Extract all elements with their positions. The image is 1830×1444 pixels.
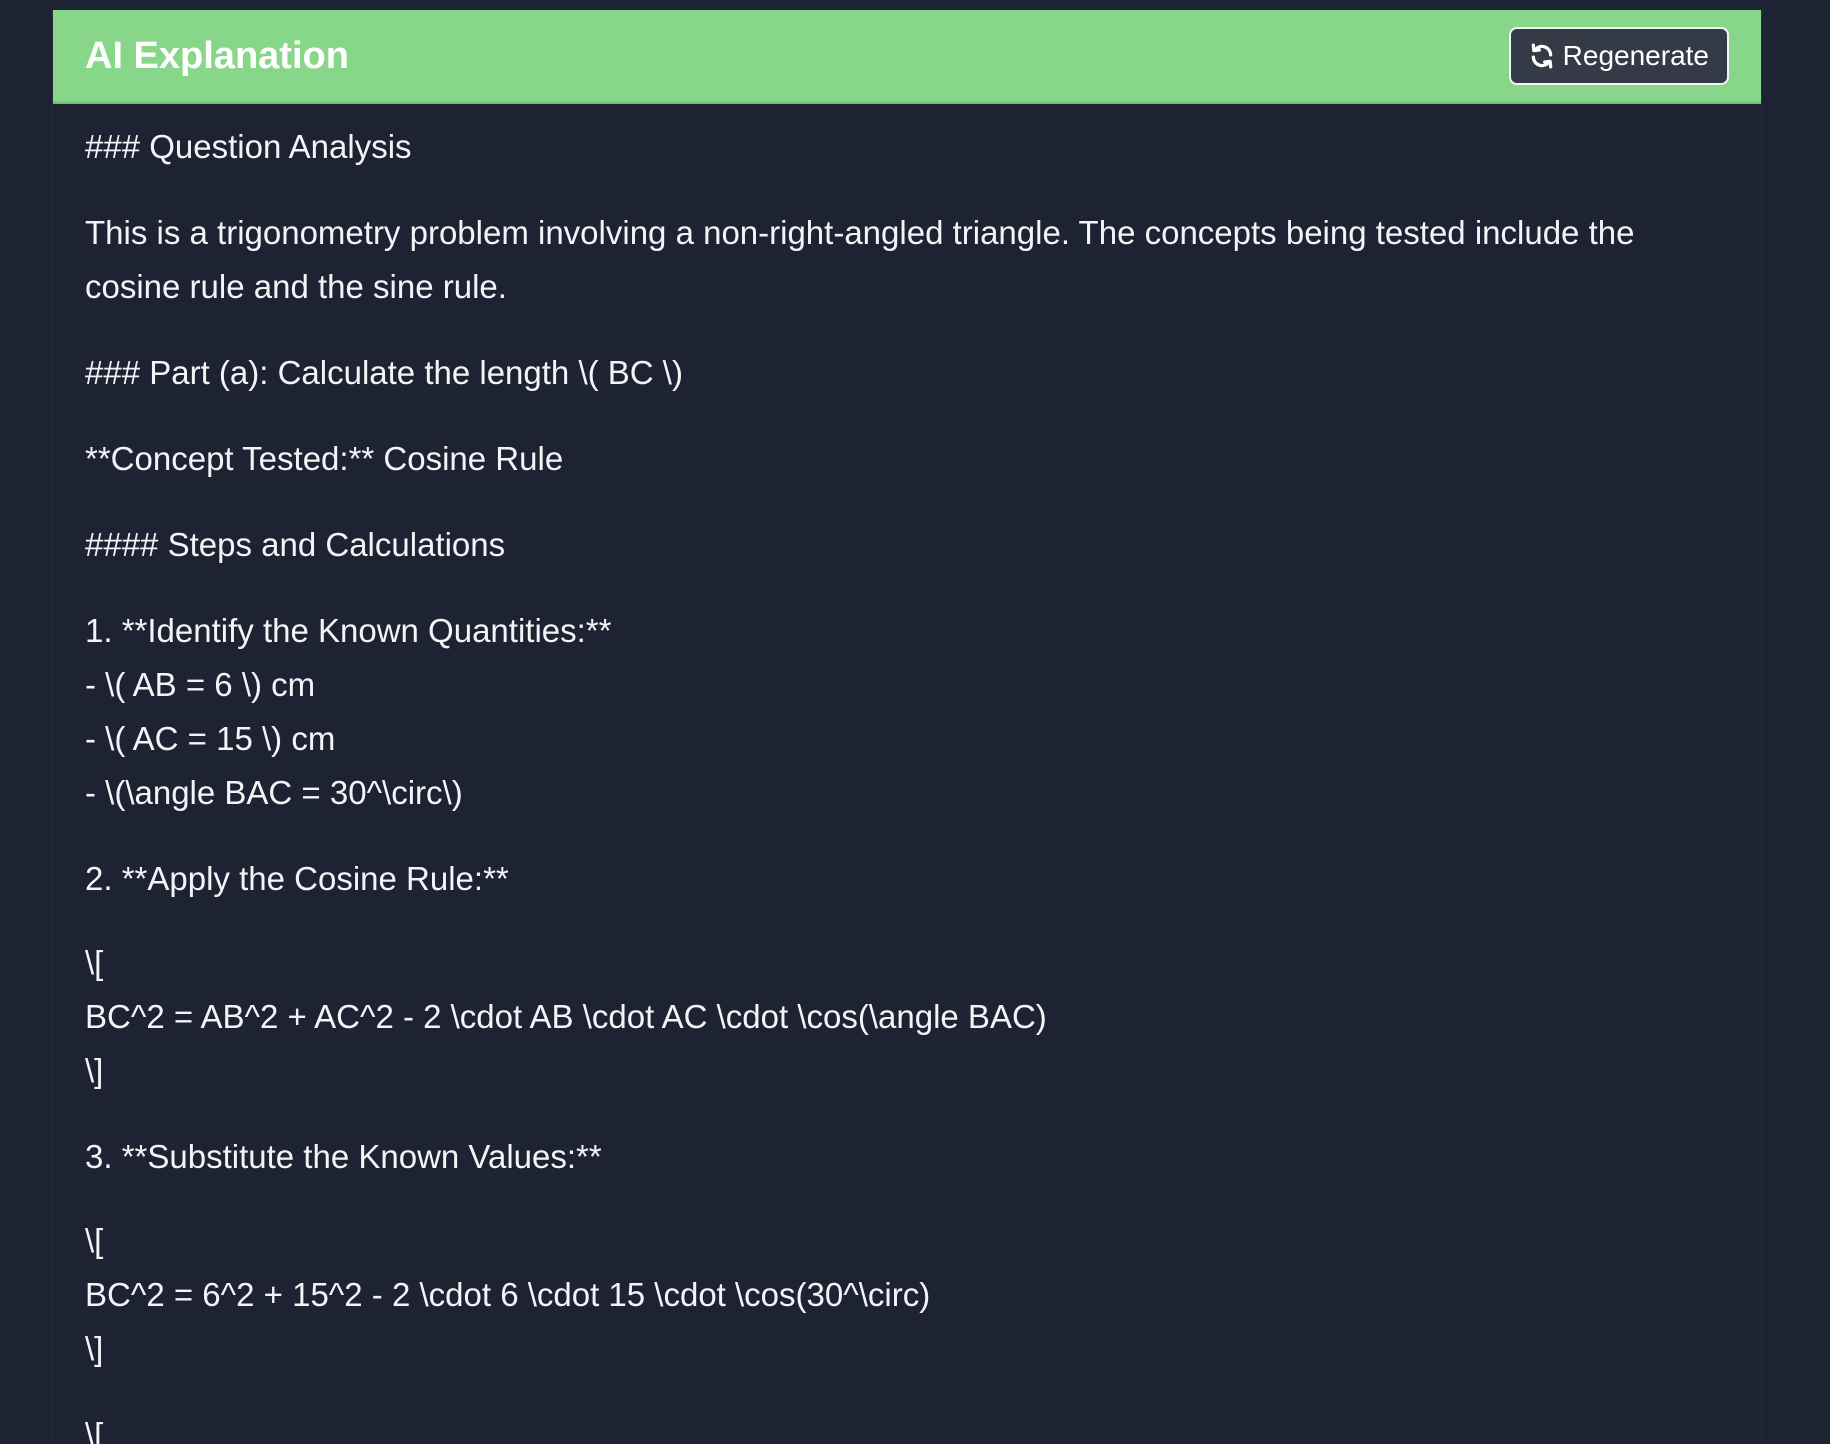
regenerate-button[interactable]: Regenerate [1508,27,1729,85]
card-title: AI Explanation [85,34,349,77]
step-title: 3. **Substitute the Known Values:** [85,1138,602,1175]
explanation-body: ### Question Analysis This is a trigonom… [53,104,1761,1444]
formula-block: \[ BC^2 = 6^2 + 15^2 - 2 \cdot 6 \cdot 1… [85,1214,1729,1376]
concept-tested: **Concept Tested:** Cosine Rule [85,440,564,477]
formula-open: \[ [85,1222,104,1259]
heading-part-a: ### Part (a): Calculate the length \( BC… [85,354,683,391]
regenerate-label: Regenerate [1562,40,1709,71]
formula-block-partial: \[ [85,1408,1729,1444]
formula-close: \] [85,1052,104,1089]
list-item: - \( AC = 15 \) cm [85,720,336,757]
list-item: - \(\angle BAC = 30^\circ\) [85,774,463,811]
step-3: 3. **Substitute the Known Values:** \[ B… [85,1130,1729,1376]
formula-body: BC^2 = AB^2 + AC^2 - 2 \cdot AB \cdot AC… [85,998,1047,1035]
formula-block: \[ BC^2 = AB^2 + AC^2 - 2 \cdot AB \cdot… [85,936,1729,1098]
step-2: 2. **Apply the Cosine Rule:** \[ BC^2 = … [85,852,1729,1098]
formula-open: \[ [85,1416,104,1444]
ai-explanation-card: AI Explanation Regenerate ### Question A… [52,10,1762,1444]
intro-line: This is a trigonometry problem involving… [85,214,1635,251]
refresh-icon [1529,43,1555,69]
card-header: AI Explanation Regenerate [53,10,1761,104]
heading-steps: #### Steps and Calculations [85,526,506,563]
step-title: 2. **Apply the Cosine Rule:** [85,860,509,897]
step-1: 1. **Identify the Known Quantities:** - … [85,604,1729,820]
heading-question-analysis: ### Question Analysis [85,128,412,165]
formula-body: BC^2 = 6^2 + 15^2 - 2 \cdot 6 \cdot 15 \… [85,1276,931,1313]
formula-close: \] [85,1330,104,1367]
formula-open: \[ [85,944,104,981]
list-item: - \( AB = 6 \) cm [85,666,316,703]
intro-line: cosine rule and the sine rule. [85,268,507,305]
intro-paragraph: This is a trigonometry problem involving… [85,206,1729,314]
step-title: 1. **Identify the Known Quantities:** [85,612,612,649]
